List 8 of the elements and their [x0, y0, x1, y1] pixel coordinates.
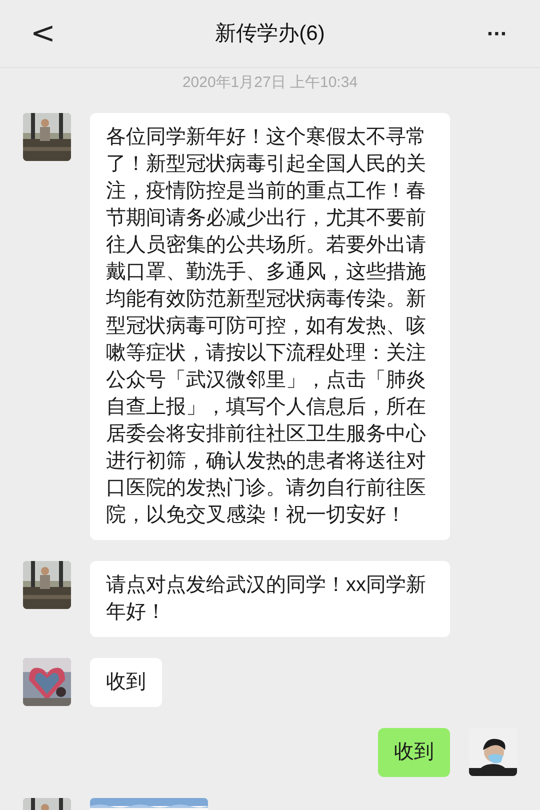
chat-title: 新传学办(6)	[215, 20, 325, 47]
timestamp: 2020年1月27日 上午10:34	[182, 73, 358, 93]
message-bubble[interactable]: 收到	[378, 728, 450, 776]
back-button[interactable]: <	[28, 18, 58, 48]
more-button[interactable]: ···	[482, 22, 512, 44]
message-bubble[interactable]: 请点对点发给武汉的同学！xx同学新年好！	[90, 560, 450, 636]
message-bubble[interactable]: 各位同学新年好！这个寒假太不寻常了！新型冠状病毒引起全国人民的关注，疫情防控是当前的重点工作！春节期间请务必减少出行，尤其不要前往人员密集的公共场所。若要外出请戴口罩、勤洗手、多通风，这些措施均能有效防范新型冠状病毒传染。新型冠状病毒可防可控，如有发热、咳嗽等症状，请按以下流程处理：关注公众号「武汉微邻里」，点击「肺炎自查上报」，填写个人信息后，所在居委会将安排前往社区卫生服务中心进行初筛，确认发热的患者将送往对口医院的发热门诊。请勿自行前往医院，以免交叉感染！祝一切安好！	[90, 112, 450, 540]
message-bubble[interactable]: 收到	[90, 658, 162, 706]
